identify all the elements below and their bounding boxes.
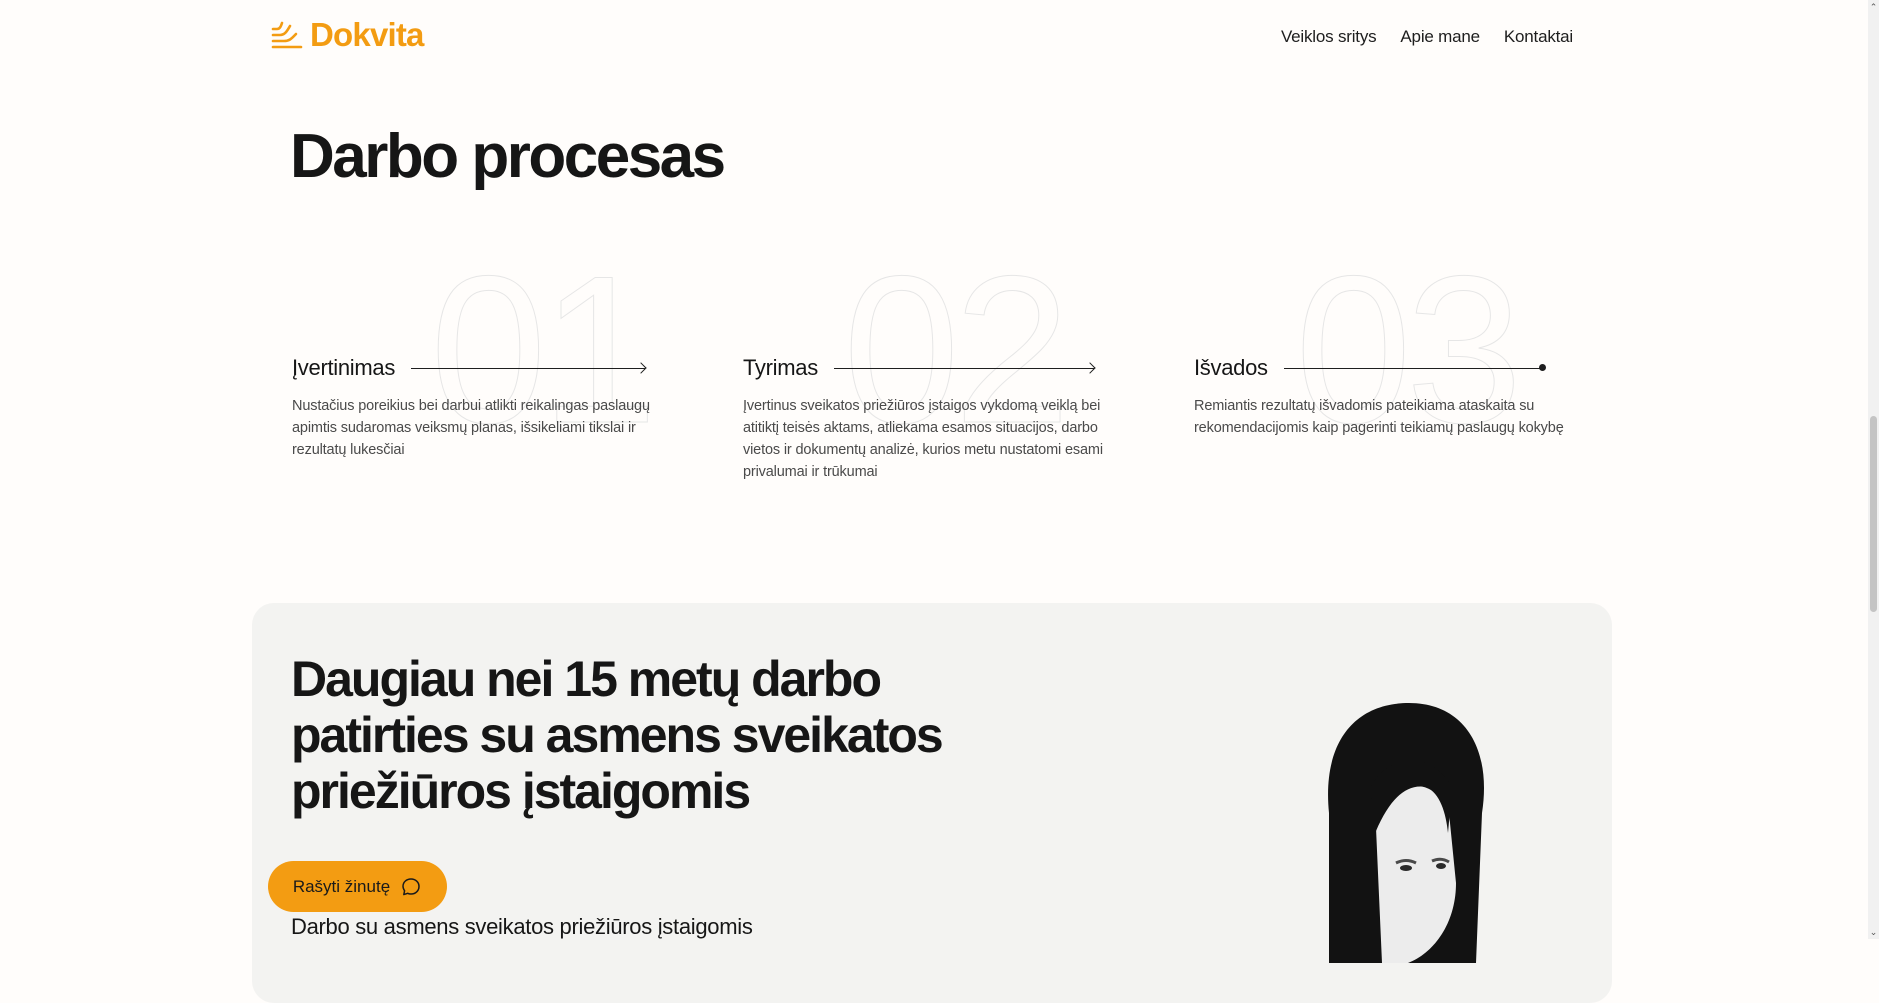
nav-veiklos-sritys[interactable]: Veiklos sritys	[1281, 27, 1377, 47]
process-step: 03 Išvados Remiantis rezultatų išvadomis…	[1194, 244, 1584, 485]
step-description: Įvertinus sveikatos priežiūros įstaigos …	[743, 398, 1103, 480]
nav-apie-mane[interactable]: Apie mane	[1400, 27, 1480, 47]
nav-kontaktai[interactable]: Kontaktai	[1504, 27, 1573, 47]
process-title: Darbo procesas	[290, 122, 726, 191]
arrow-line-icon	[833, 367, 1094, 369]
experience-card: Daugiau nei 15 metų darbo patirties su a…	[252, 603, 1612, 1003]
main-nav: Veiklos sritys Apie mane Kontaktai	[1281, 27, 1573, 47]
process-step: 02 Tyrimas Įvertinus sveikatos priežiūro…	[743, 244, 1123, 485]
experience-title: Daugiau nei 15 metų darbo patirties su a…	[291, 651, 944, 819]
logo[interactable]: Dokvita	[270, 18, 424, 51]
scroll-thumb[interactable]	[1870, 416, 1877, 612]
arrow-line-icon	[411, 367, 645, 369]
scroll-down-icon[interactable]: ⌄	[1868, 925, 1879, 939]
step-header: Tyrimas	[743, 355, 1094, 381]
step-title: Išvados	[1194, 355, 1268, 380]
chat-bubble-icon	[402, 877, 420, 895]
experience-subtitle: Darbo su asmens sveikatos priežiūros įst…	[291, 914, 753, 939]
step-description: Nustačius poreikius bei darbui atlikti r…	[292, 398, 650, 458]
write-message-button[interactable]: Rašyti žinutę	[268, 861, 447, 912]
scrollbar[interactable]: ⌃ ⌄	[1868, 0, 1879, 939]
step-title: Įvertinimas	[292, 355, 396, 380]
portrait-photo	[1328, 703, 1484, 963]
process-step: 01 Įvertinimas Nustačius poreikius bei d…	[292, 244, 672, 485]
site-header: Dokvita Veiklos sritys Apie mane Kontakt…	[0, 0, 1868, 80]
step-title: Tyrimas	[743, 355, 818, 380]
brand-name: Dokvita	[310, 16, 424, 53]
cta-label: Rašyti žinutę	[292, 876, 391, 896]
step-description: Remiantis rezultatų išvadomis pateikiama…	[1194, 398, 1564, 436]
step-header: Išvados	[1194, 355, 1547, 381]
step-header: Įvertinimas	[292, 355, 645, 381]
dot-line-icon	[1283, 364, 1547, 371]
scroll-up-icon[interactable]: ⌃	[1868, 0, 1879, 14]
logo-waves-icon	[271, 21, 303, 48]
